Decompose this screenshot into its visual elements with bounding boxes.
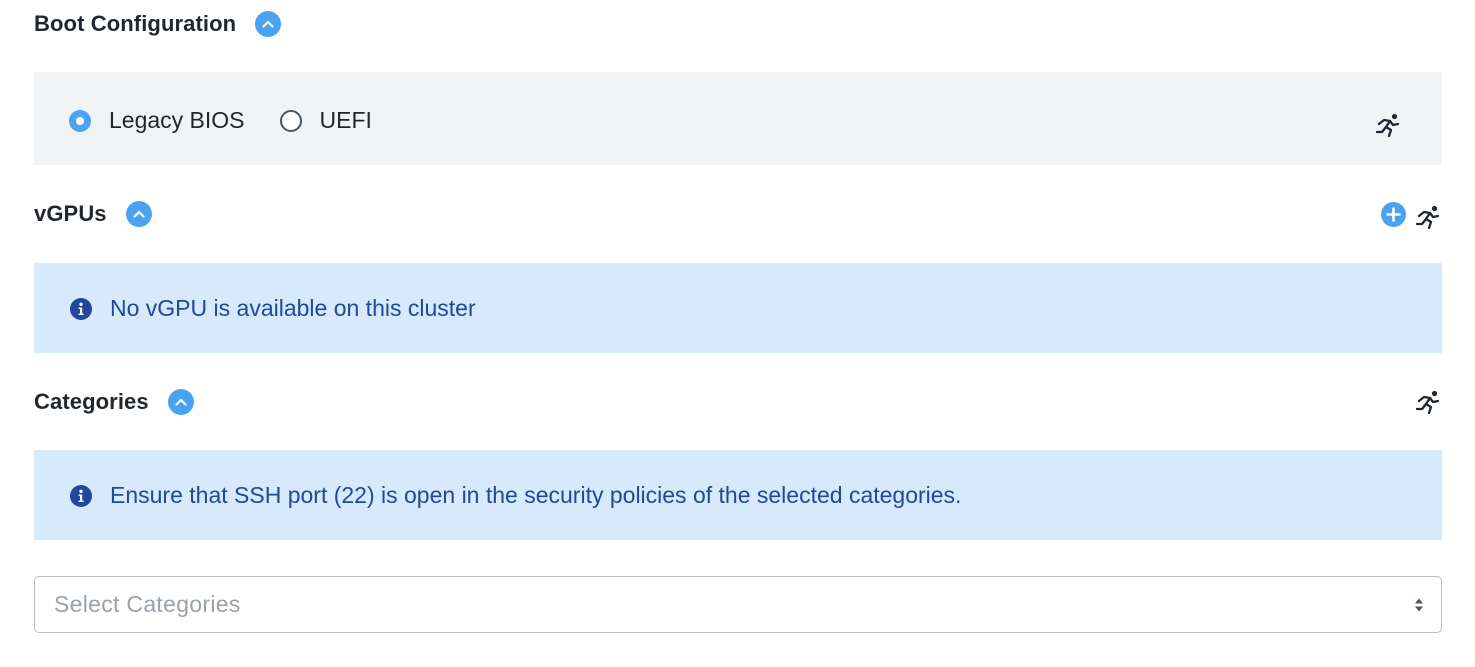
categories-header: Categories [34,385,1442,419]
vgpu-info-panel: No vGPU is available on this cluster [34,263,1442,353]
vgpus-collapse-button[interactable] [125,201,152,227]
info-icon [70,484,92,507]
categories-title: Categories [34,389,149,414]
radio-checked-icon[interactable] [69,109,91,132]
select-categories-placeholder: Select Categories [54,591,241,617]
categories-collapse-button[interactable] [167,389,194,415]
running-person-icon [1416,390,1440,414]
categories-info-message: Ensure that SSH port (22) is open in the… [110,482,962,508]
boot-configuration-collapse-button[interactable] [255,11,282,37]
chevron-up-icon [175,398,187,406]
chevron-up-icon [133,210,145,218]
running-person-icon [1416,205,1440,229]
uefi-radio[interactable]: UEFI [279,107,372,134]
boot-runtime-button[interactable] [1376,113,1402,137]
categories-info-row: Ensure that SSH port (22) is open in the… [70,482,961,509]
add-vgpu-button[interactable] [1381,201,1406,227]
vgpu-info-message: No vGPU is available on this cluster [110,295,476,321]
info-icon [70,297,92,320]
categories-actions [1416,390,1442,414]
boot-options-panel: Legacy BIOS UEFI [34,72,1442,165]
boot-configuration-header: Boot Configuration [34,7,1442,41]
boot-configuration-title: Boot Configuration [34,11,237,36]
boot-mode-radio-group: Legacy BIOS UEFI [69,107,372,134]
categories-info-panel: Ensure that SSH port (22) is open in the… [34,450,1442,540]
radio-unchecked-icon[interactable] [279,109,302,132]
uefi-label: UEFI [319,107,372,133]
vm-configuration-page: Boot Configuration Legacy BIOS UEFI vGPU… [0,0,1475,667]
vgpu-info-row: No vGPU is available on this cluster [70,295,476,322]
select-categories-dropdown[interactable]: Select Categories [34,576,1442,633]
plus-circle-icon [1381,201,1406,227]
legacy-bios-radio[interactable]: Legacy BIOS [69,107,245,134]
categories-runtime-button[interactable] [1416,390,1442,414]
vgpus-header: vGPUs [34,197,1442,231]
sort-arrows-icon [1414,597,1424,613]
running-person-icon [1376,113,1400,137]
legacy-bios-label: Legacy BIOS [109,107,245,133]
vgpus-title: vGPUs [34,201,107,226]
vgpus-runtime-button[interactable] [1416,205,1442,229]
vgpus-actions [1381,199,1442,229]
chevron-up-icon [262,20,274,28]
